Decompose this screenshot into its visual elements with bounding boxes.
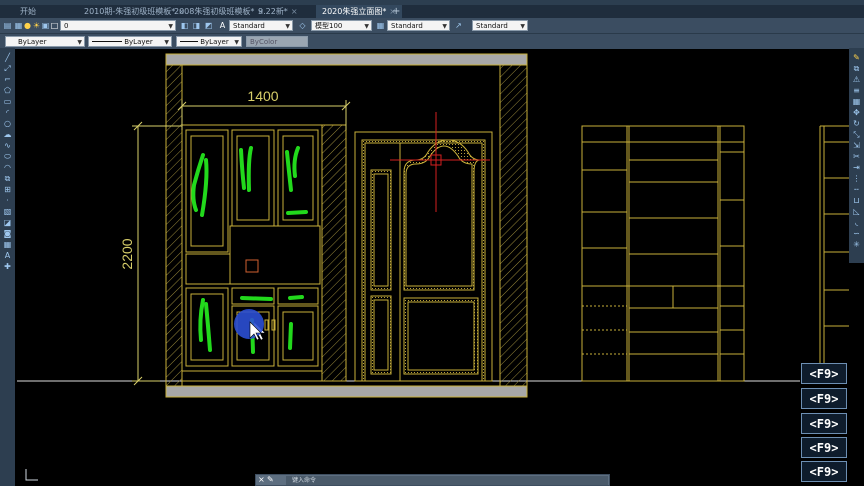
text-style-dropdown[interactable]: Standard ▼ [229, 20, 293, 31]
chevron-down-icon: ▼ [520, 23, 525, 30]
tab-label: 2020朱强立面图* [322, 7, 387, 16]
draw-toolbar: ╱ ⤢ ⌐ ⬠ ▭ ◜ ○ ☁ ∿ ⬭ ◠ ⧉ ⊞ · ▧ ◪ ◙ ▦ A ✚ [0, 48, 15, 486]
add-selected-icon[interactable]: ✚ [3, 263, 12, 271]
floor-band [165, 385, 528, 398]
f9-key-badge: <F9> [801, 461, 847, 482]
command-line[interactable]: × ✎ 键入命令 [255, 474, 610, 486]
polyline-icon[interactable]: ⌐ [3, 76, 12, 84]
hatch-icon[interactable]: ▧ [3, 208, 12, 216]
ellipse-arc-icon[interactable]: ◠ [3, 164, 12, 172]
chevron-down-icon: ▼ [168, 23, 173, 30]
new-tab-icon[interactable]: + [392, 5, 400, 18]
dim-style-value: 模型100 [315, 22, 343, 30]
chevron-down-icon: ▼ [234, 39, 239, 46]
mouse-pointer-icon [249, 321, 262, 341]
layer-toolbar: ▤ ▦ ● ☀ ▣ □ 0 ▼ ◧ ◨ ◩ A Standard ▼ ◇ 模型100… [0, 18, 864, 33]
multileader-style-value: Standard [476, 22, 508, 30]
layer-dropdown[interactable]: 0 ▼ [60, 20, 176, 31]
revcloud-icon[interactable]: ☁ [3, 131, 12, 139]
bulb-icon[interactable]: ● [23, 21, 32, 30]
chevron-down-icon: ▼ [364, 23, 369, 30]
f9-key-badge: <F9> [801, 413, 847, 434]
tab-file-3[interactable]: 9.22新* × [252, 5, 304, 18]
spline-icon[interactable]: ∿ [3, 142, 12, 150]
tab-label: 9.22新* [258, 7, 288, 16]
chevron-down-icon: ▼ [442, 23, 447, 30]
chevron-down-icon: ▼ [164, 39, 169, 46]
tab-label: 开始 [20, 7, 36, 16]
color-dropdown[interactable]: ByLayer ▼ [5, 36, 85, 47]
dimensions [132, 100, 351, 386]
elevation-shelving [581, 125, 745, 382]
ceiling-band [165, 53, 528, 66]
f9-key-badge: <F9> [801, 363, 847, 384]
properties-toolbar: ByLayer ▼ ByLayer ▼ ByLayer ▼ ByColor [0, 33, 864, 49]
sun-icon[interactable]: ☀ [32, 21, 41, 30]
tab-label: 2008朱强初级班模板* [174, 7, 255, 16]
right-wall [499, 64, 528, 387]
table-style-dropdown[interactable]: Standard ▼ [387, 20, 450, 31]
multiline-text-icon[interactable]: A [3, 252, 12, 260]
dim-style-icon[interactable]: ◇ [298, 21, 307, 30]
table-style-value: Standard [391, 22, 423, 30]
arc-icon[interactable]: ◜ [3, 109, 12, 117]
wrench-icon[interactable]: ✎ [267, 475, 274, 485]
close-icon[interactable]: × [291, 7, 298, 16]
construction-line-icon[interactable]: ⤢ [3, 65, 12, 73]
lineweight-value: ByLayer [200, 38, 229, 46]
text-style-icon[interactable]: A [218, 21, 227, 30]
elevation-partial [819, 125, 849, 381]
color-swatch-icon[interactable]: □ [50, 21, 59, 30]
table-style-icon[interactable]: ▦ [376, 21, 385, 30]
line-icon[interactable]: ╱ [3, 54, 12, 62]
linetype-value: ByLayer [124, 38, 153, 46]
lock-icon[interactable]: ▣ [41, 21, 50, 30]
multileader-style-icon[interactable]: ↗ [454, 21, 463, 30]
f9-key-badge: <F9> [801, 437, 847, 458]
linetype-dropdown[interactable]: ByLayer ▼ [88, 36, 172, 47]
insert-block-icon[interactable]: ⧉ [3, 175, 12, 183]
middle-wall [321, 124, 347, 382]
left-wall [165, 64, 183, 387]
make-block-icon[interactable]: ⊞ [3, 186, 12, 194]
dim-width-label: 1400 [247, 88, 278, 104]
command-placeholder: 键入命令 [292, 477, 317, 484]
layer-previous-icon[interactable]: ◨ [192, 21, 201, 30]
command-input[interactable]: 键入命令 [286, 476, 608, 485]
layer-match-icon[interactable]: ◩ [204, 21, 213, 30]
layer-manager-icon[interactable]: ▤ [3, 21, 12, 30]
plotstyle-value: ByColor [250, 38, 278, 46]
tab-start[interactable]: 开始 [14, 5, 42, 18]
close-icon[interactable]: × [258, 475, 265, 485]
multileader-style-dropdown[interactable]: Standard ▼ [472, 20, 528, 31]
point-icon[interactable]: · [3, 197, 12, 205]
ellipse-icon[interactable]: ⬭ [3, 153, 12, 161]
rectangle-icon[interactable]: ▭ [3, 98, 12, 106]
region-icon[interactable]: ◙ [3, 230, 12, 238]
plotstyle-dropdown: ByColor [246, 36, 308, 47]
layer-value: 0 [64, 22, 69, 30]
make-current-icon[interactable]: ◧ [180, 21, 189, 30]
color-value: ByLayer [18, 38, 47, 46]
drawing-canvas[interactable]: 1400 2200 [15, 48, 864, 486]
tab-file-4[interactable]: 2020朱强立面图* × [316, 5, 403, 18]
ucs-icon [25, 469, 38, 481]
dim-height-label: 2200 [119, 238, 135, 269]
layer-state-icon[interactable]: ▦ [14, 21, 23, 30]
f9-key-badge: <F9> [801, 388, 847, 409]
table-icon[interactable]: ▦ [3, 241, 12, 249]
gradient-icon[interactable]: ◪ [3, 219, 12, 227]
chevron-down-icon: ▼ [77, 39, 82, 46]
tab-label: 2010期-朱强初级班模板* [84, 7, 176, 16]
circle-icon[interactable]: ○ [3, 120, 12, 128]
text-style-value: Standard [233, 22, 265, 30]
polygon-icon[interactable]: ⬠ [3, 87, 12, 95]
dim-style-dropdown[interactable]: 模型100 ▼ [311, 20, 372, 31]
lineweight-dropdown[interactable]: ByLayer ▼ [176, 36, 242, 47]
file-tab-bar: 开始 2010期-朱强初级班模板* × 2008朱强初级班模板* × 9.22新* ×… [0, 5, 864, 18]
chevron-down-icon: ▼ [285, 23, 290, 30]
